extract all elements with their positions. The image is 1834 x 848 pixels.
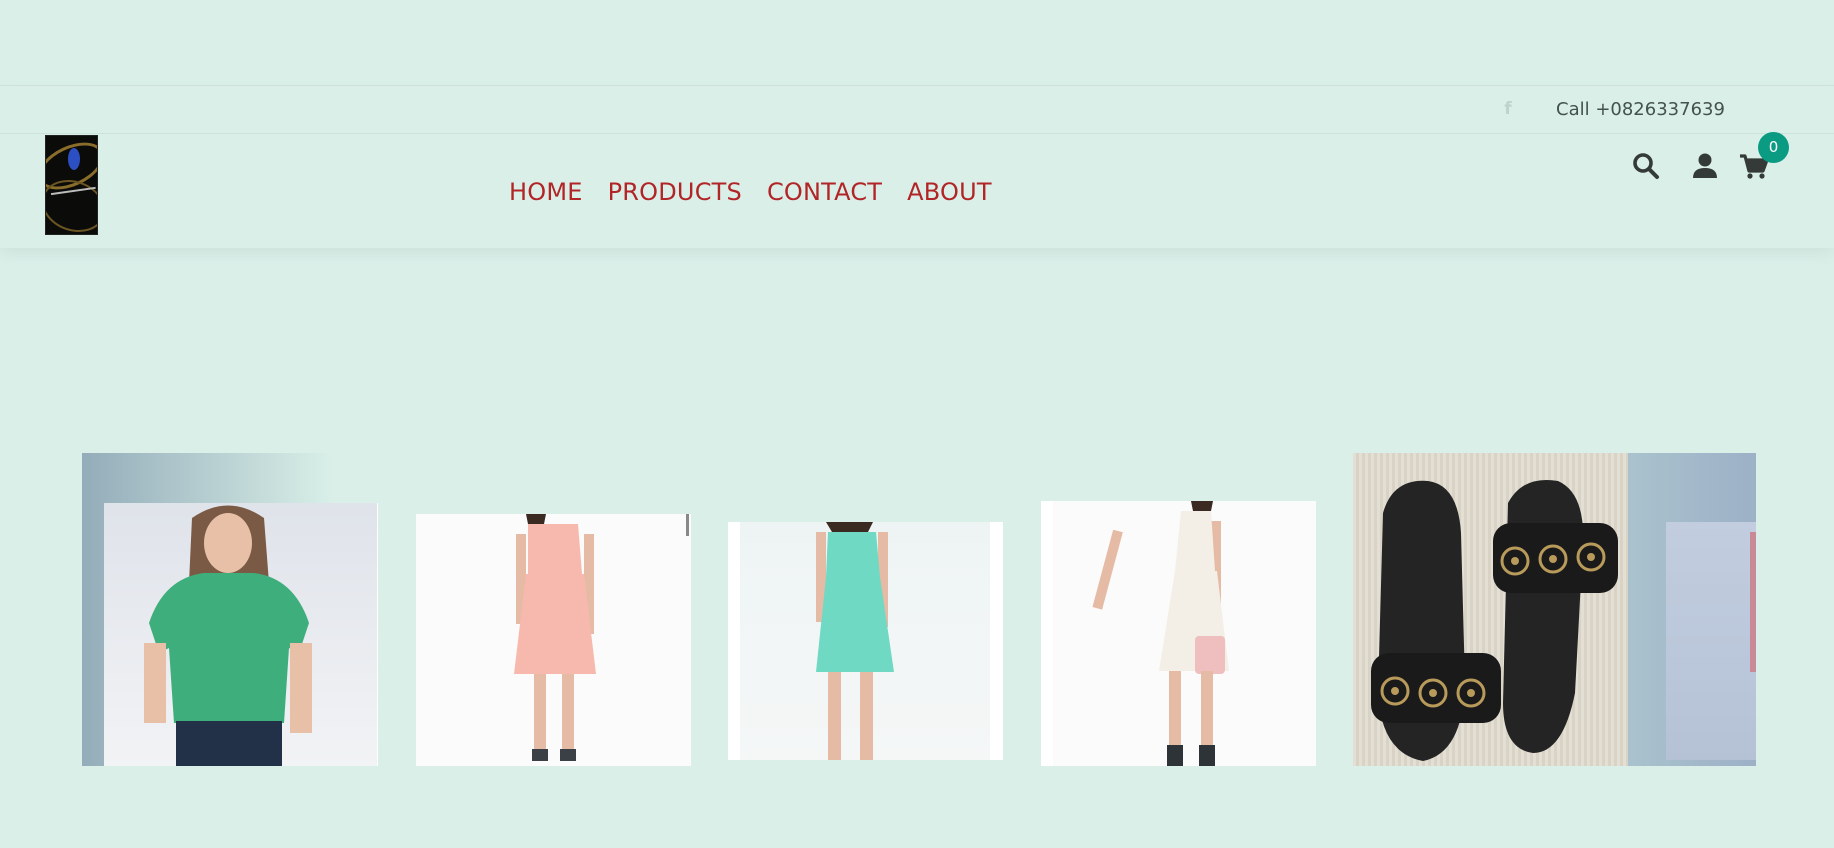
nav-products[interactable]: PRODUCTS bbox=[608, 176, 742, 208]
green-shirt-image bbox=[144, 503, 378, 766]
nav-about[interactable]: ABOUT bbox=[907, 176, 992, 208]
product-card-peach-dress[interactable] bbox=[416, 514, 691, 766]
white-dress-image bbox=[1041, 501, 1229, 766]
facebook-icon[interactable]: f bbox=[1500, 98, 1516, 120]
partial-product-image bbox=[1750, 532, 1756, 672]
product-card-partial[interactable] bbox=[1666, 522, 1756, 760]
cart-count-badge: 0 bbox=[1758, 132, 1789, 163]
user-icon[interactable] bbox=[1690, 151, 1720, 181]
black-sandals-image bbox=[1371, 479, 1618, 761]
main-nav: HOME PRODUCTS CONTACT ABOUT bbox=[509, 176, 1017, 208]
top-bar: f Call +0826337639 bbox=[0, 86, 1834, 134]
call-text: Call +0826337639 bbox=[1556, 99, 1725, 120]
search-icon[interactable] bbox=[1631, 151, 1661, 181]
product-card-mint-dress[interactable] bbox=[728, 522, 1003, 760]
mint-dress-image bbox=[728, 522, 1003, 760]
nav-home[interactable]: HOME bbox=[509, 176, 583, 208]
product-card-green-shirt[interactable] bbox=[104, 503, 378, 766]
product-card-white-dress[interactable] bbox=[1041, 501, 1316, 766]
site-header: f Call +0826337639 HOME PRODUCTS CONTACT… bbox=[0, 86, 1834, 248]
top-strip bbox=[0, 0, 1834, 86]
product-card-black-sandals[interactable] bbox=[1353, 453, 1628, 766]
peach-dress-image bbox=[514, 514, 689, 761]
brand-logo[interactable] bbox=[45, 135, 98, 235]
nav-contact[interactable]: CONTACT bbox=[767, 176, 882, 208]
